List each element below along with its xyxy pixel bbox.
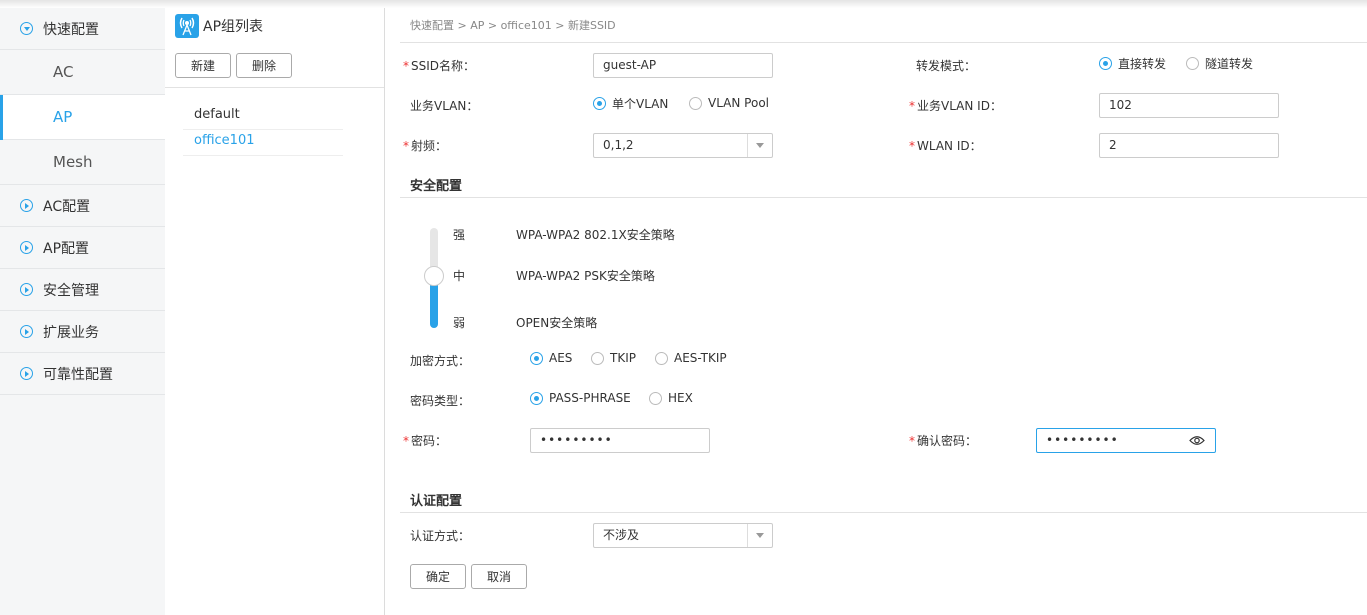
nav-item-ap[interactable]: AP [0,95,165,140]
level-weak-label: 弱 [453,316,466,330]
level-strong-label: 强 [453,228,466,242]
auth-method-label: 认证方式： [410,529,471,543]
chevron-right-icon [20,325,33,338]
required-mark: * [909,139,915,153]
radio-dot [1186,56,1199,70]
nav-item-ac[interactable]: AC [0,50,165,95]
divider [165,87,384,88]
encrypt-aes-tkip-radio[interactable]: AES-TKIP [655,350,727,366]
radio-dot [593,96,606,110]
required-mark: * [909,99,915,113]
sidebar: 快速配置 AC AP Mesh AC配置 AP配置 安全管理 扩展业务 可靠性配… [0,8,165,615]
nav-group-label: AC配置 [43,198,91,215]
required-mark: * [403,139,409,153]
nav-group-label: 快速配置 [43,21,99,38]
ap-group-item-office101[interactable]: office101 [194,131,254,151]
chevron-down-icon [747,134,772,157]
radio-dot [1099,56,1112,70]
divider [400,512,1367,513]
cancel-button[interactable]: 取消 [471,564,527,589]
nav-group-security[interactable]: 安全管理 [0,269,165,311]
nav-group-reliability[interactable]: 可靠性配置 [0,353,165,395]
chevron-right-icon [20,367,33,380]
chevron-right-icon [20,241,33,254]
wlan-id-label: * WLAN ID： [909,139,982,153]
nav-group-label: 安全管理 [43,282,99,299]
ap-group-panel: AP组列表 新建 删除 default office101 [165,8,385,615]
chevron-down-icon [20,22,33,35]
delete-group-button[interactable]: 删除 [236,53,292,78]
ap-group-title: AP组列表 [175,14,263,38]
vlan-id-label: * 业务VLAN ID： [909,99,1002,113]
ap-group-title-text: AP组列表 [203,19,264,35]
confirm-password-label: * 确认密码： [909,434,978,448]
vlan-label: 业务VLAN： [410,99,479,113]
chevron-right-icon [20,199,33,212]
radio-dot [530,351,543,365]
radio-dot [649,391,662,405]
confirm-password-input[interactable]: ••••••••• [1036,428,1216,453]
nav-group-label: 扩展业务 [43,324,99,341]
breadcrumb: 快速配置 > AP > office101 > 新建SSID [410,19,616,32]
policy-psk[interactable]: WPA-WPA2 PSK安全策略 [516,268,655,284]
pwtype-hex-radio[interactable]: HEX [649,390,693,406]
radio-band-label: * 射频： [403,139,448,153]
nav-item-mesh[interactable]: Mesh [0,140,165,185]
auth-section-title: 认证配置 [410,494,463,509]
chevron-right-icon [20,283,33,296]
ap-group-item-default[interactable]: default [194,105,240,125]
forward-mode-label: 转发模式： [916,59,977,73]
chevron-down-icon [747,524,772,547]
nav-group-label: AP配置 [43,240,90,257]
forward-direct-radio[interactable]: 直接转发 [1099,55,1166,71]
eye-icon[interactable] [1189,435,1205,446]
nav-group-quick-config[interactable]: 快速配置 [0,8,165,50]
auth-method-select[interactable]: 不涉及 [593,523,773,548]
divider [400,197,1367,198]
ssid-label: * SSID名称： [403,59,476,73]
ok-button[interactable]: 确定 [410,564,466,589]
vlan-single-radio[interactable]: 单个VLAN [593,95,668,111]
policy-8021x[interactable]: WPA-WPA2 802.1X安全策略 [516,227,675,243]
password-input[interactable]: ••••••••• [530,428,710,453]
encrypt-aes-radio[interactable]: AES [530,350,572,366]
vlan-id-input[interactable]: 102 [1099,93,1279,118]
radio-dot [591,351,604,365]
ssid-input[interactable]: guest-AP [593,53,773,78]
security-section-title: 安全配置 [410,179,463,194]
vlan-pool-radio[interactable]: VLAN Pool [689,95,769,111]
security-level-slider[interactable] [424,266,444,286]
wireless-ap-icon [175,14,199,38]
password-label: * 密码： [403,434,448,448]
forward-tunnel-radio[interactable]: 隧道转发 [1186,55,1253,71]
level-medium-label: 中 [453,269,466,283]
required-mark: * [403,434,409,448]
radio-dot [689,96,702,110]
pwtype-passphrase-radio[interactable]: PASS-PHRASE [530,390,631,406]
wlan-id-input[interactable]: 2 [1099,133,1279,158]
password-type-label: 密码类型： [410,394,471,408]
divider [183,155,343,156]
required-mark: * [403,59,409,73]
policy-open[interactable]: OPEN安全策略 [516,315,597,331]
new-group-button[interactable]: 新建 [175,53,231,78]
divider [183,129,343,130]
radio-band-select[interactable]: 0,1,2 [593,133,773,158]
nav-group-label: 可靠性配置 [43,366,113,383]
required-mark: * [909,434,915,448]
nav-group-extension[interactable]: 扩展业务 [0,311,165,353]
nav-group-ap-config[interactable]: AP配置 [0,227,165,269]
top-shadow [0,0,1367,8]
confirm-password-value: ••••••••• [1046,433,1119,447]
nav-group-ac-config[interactable]: AC配置 [0,185,165,227]
encrypt-label: 加密方式： [410,354,471,368]
radio-dot [655,351,668,365]
encrypt-tkip-radio[interactable]: TKIP [591,350,636,366]
divider [400,42,1367,43]
radio-dot [530,391,543,405]
